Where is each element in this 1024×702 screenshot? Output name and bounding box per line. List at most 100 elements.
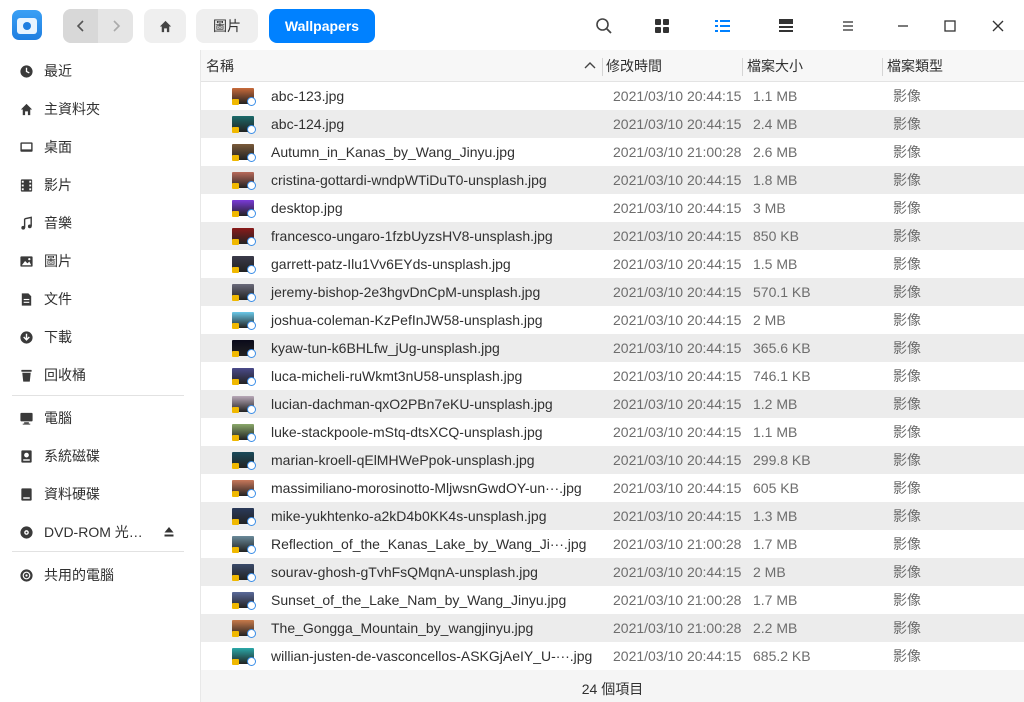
home-button[interactable] bbox=[144, 9, 186, 43]
column-header-type[interactable]: 檔案類型 bbox=[887, 50, 943, 82]
sidebar-item-documents[interactable]: 文件 bbox=[18, 284, 188, 314]
sidebar-item-label: 電腦 bbox=[44, 410, 72, 426]
sidebar-item-system-disk[interactable]: 系統磁碟 bbox=[18, 441, 188, 471]
file-row[interactable]: Reflection_of_the_Kanas_Lake_by_Wang_Ji·… bbox=[201, 530, 1024, 558]
sidebar-item-computer[interactable]: 電腦 bbox=[18, 403, 188, 433]
file-modified: 2021/03/10 20:44:15 bbox=[613, 312, 742, 328]
file-row[interactable]: massimiliano-morosinotto-MljwsnGwdOY-un·… bbox=[201, 474, 1024, 502]
file-modified: 2021/03/10 20:44:15 bbox=[613, 116, 742, 132]
file-name: cristina-gottardi-wndpWTiDuT0-unsplash.j… bbox=[271, 172, 547, 188]
sidebar-item-network[interactable]: 共用的電腦 bbox=[18, 560, 188, 590]
search-button[interactable] bbox=[591, 13, 617, 39]
image-thumbnail-icon bbox=[232, 508, 256, 526]
file-badge-icon bbox=[232, 463, 239, 469]
data-disk-icon bbox=[18, 486, 34, 502]
share-badge-icon bbox=[247, 461, 256, 470]
forward-button[interactable] bbox=[98, 9, 133, 43]
file-type: 影像 bbox=[893, 396, 921, 412]
file-modified: 2021/03/10 20:44:15 bbox=[613, 340, 742, 356]
column-header-modified[interactable]: 修改時間 bbox=[606, 50, 662, 82]
file-row[interactable]: cristina-gottardi-wndpWTiDuT0-unsplash.j… bbox=[201, 166, 1024, 194]
file-row[interactable]: abc-124.jpg 2021/03/10 20:44:15 2.4 MB 影像 bbox=[201, 110, 1024, 138]
breadcrumb-wallpapers[interactable]: Wallpapers bbox=[269, 9, 375, 43]
file-size: 570.1 KB bbox=[753, 284, 811, 300]
file-row[interactable]: The_Gongga_Mountain_by_wangjinyu.jpg 2021… bbox=[201, 614, 1024, 642]
minimize-button[interactable] bbox=[890, 13, 916, 39]
sidebar-item-desktop[interactable]: 桌面 bbox=[18, 132, 188, 162]
file-name: garrett-patz-Ilu1Vv6EYds-unsplash.jpg bbox=[271, 256, 511, 272]
file-badge-icon bbox=[232, 575, 239, 581]
file-row[interactable]: joshua-coleman-KzPefInJW58-unsplash.jpg 2… bbox=[201, 306, 1024, 334]
file-row[interactable]: willian-justen-de-vasconcellos-ASKGjAeIY… bbox=[201, 642, 1024, 670]
file-type: 影像 bbox=[893, 256, 921, 272]
file-name: mike-yukhtenko-a2kD4b0KK4s-unsplash.jpg bbox=[271, 508, 547, 524]
column-divider[interactable] bbox=[882, 58, 883, 76]
file-size: 2 MB bbox=[753, 564, 786, 580]
file-row[interactable]: desktop.jpg 2021/03/10 20:44:15 3 MB 影像 bbox=[201, 194, 1024, 222]
file-row[interactable]: jeremy-bishop-2e3hgvDnCpM-unsplash.jpg 20… bbox=[201, 278, 1024, 306]
sidebar-item-downloads[interactable]: 下載 bbox=[18, 322, 188, 352]
file-row[interactable]: mike-yukhtenko-a2kD4b0KK4s-unsplash.jpg 2… bbox=[201, 502, 1024, 530]
share-badge-icon bbox=[247, 237, 256, 246]
back-button[interactable] bbox=[63, 9, 98, 43]
sidebar-item-recent[interactable]: 最近 bbox=[18, 56, 188, 86]
share-badge-icon bbox=[247, 265, 256, 274]
file-type: 影像 bbox=[893, 648, 921, 664]
breadcrumb-pictures[interactable]: 圖片 bbox=[196, 9, 258, 43]
column-divider[interactable] bbox=[602, 58, 603, 76]
file-size: 605 KB bbox=[753, 480, 799, 496]
sidebar-item-music[interactable]: 音樂 bbox=[18, 208, 188, 238]
sidebar-divider bbox=[12, 395, 184, 396]
file-row[interactable]: kyaw-tun-k6BHLfw_jUg-unsplash.jpg 2021/03… bbox=[201, 334, 1024, 362]
file-modified: 2021/03/10 20:44:15 bbox=[613, 200, 742, 216]
share-badge-icon bbox=[247, 601, 256, 610]
file-row[interactable]: Sunset_of_the_Lake_Nam_by_Wang_Jinyu.jpg… bbox=[201, 586, 1024, 614]
file-name: abc-124.jpg bbox=[271, 116, 345, 132]
file-badge-icon bbox=[232, 407, 239, 413]
column-divider[interactable] bbox=[742, 58, 743, 76]
file-row[interactable]: luke-stackpoole-mStq-dtsXCQ-unsplash.jpg… bbox=[201, 418, 1024, 446]
file-row[interactable]: garrett-patz-Ilu1Vv6EYds-unsplash.jpg 202… bbox=[201, 250, 1024, 278]
sort-ascending-icon[interactable] bbox=[584, 60, 596, 70]
file-type: 影像 bbox=[893, 480, 921, 496]
menu-button[interactable] bbox=[835, 13, 861, 39]
file-row[interactable]: abc-123.jpg 2021/03/10 20:44:15 1.1 MB 影像 bbox=[201, 82, 1024, 110]
column-header-size[interactable]: 檔案大小 bbox=[747, 50, 803, 82]
image-thumbnail-icon bbox=[232, 648, 256, 666]
maximize-button[interactable] bbox=[937, 13, 963, 39]
file-size: 1.1 MB bbox=[753, 88, 798, 104]
sidebar-item-pictures[interactable]: 圖片 bbox=[18, 246, 188, 276]
eject-icon[interactable] bbox=[164, 526, 174, 537]
detail-view-button[interactable] bbox=[773, 13, 799, 39]
file-row[interactable]: Autumn_in_Kanas_by_Wang_Jinyu.jpg 2021/03… bbox=[201, 138, 1024, 166]
image-thumbnail-icon bbox=[232, 564, 256, 582]
home-icon bbox=[18, 101, 34, 117]
sidebar-item-videos[interactable]: 影片 bbox=[18, 170, 188, 200]
app-logo-icon[interactable] bbox=[12, 10, 42, 40]
picture-icon bbox=[18, 253, 34, 269]
list-view-button[interactable] bbox=[709, 13, 735, 39]
share-badge-icon bbox=[247, 433, 256, 442]
image-thumbnail-icon bbox=[232, 452, 256, 470]
file-type: 影像 bbox=[893, 564, 921, 580]
sidebar-item-label: 音樂 bbox=[44, 215, 72, 231]
icon-view-button[interactable] bbox=[649, 13, 675, 39]
file-type: 影像 bbox=[893, 452, 921, 468]
file-size: 365.6 KB bbox=[753, 340, 811, 356]
file-row[interactable]: lucian-dachman-qxO2PBn7eKU-unsplash.jpg 2… bbox=[201, 390, 1024, 418]
column-header-name[interactable]: 名稱 bbox=[206, 50, 234, 82]
close-button[interactable] bbox=[985, 13, 1011, 39]
file-name: Autumn_in_Kanas_by_Wang_Jinyu.jpg bbox=[271, 144, 515, 160]
sidebar-item-label: 系統磁碟 bbox=[44, 448, 100, 464]
file-row[interactable]: sourav-ghosh-gTvhFsQMqnA-unsplash.jpg 202… bbox=[201, 558, 1024, 586]
file-row[interactable]: francesco-ungaro-1fzbUyzsHV8-unsplash.jp… bbox=[201, 222, 1024, 250]
sidebar-item-home[interactable]: 主資料夾 bbox=[18, 94, 188, 124]
sidebar-item-data-disk[interactable]: 資料硬碟 bbox=[18, 479, 188, 509]
share-badge-icon bbox=[247, 321, 256, 330]
share-badge-icon bbox=[247, 405, 256, 414]
file-row[interactable]: marian-kroell-qElMHWePpok-unsplash.jpg 20… bbox=[201, 446, 1024, 474]
file-row[interactable]: luca-micheli-ruWkmt3nU58-unsplash.jpg 202… bbox=[201, 362, 1024, 390]
sidebar-item-dvd[interactable]: DVD-ROM 光… bbox=[18, 517, 188, 547]
computer-icon bbox=[18, 410, 34, 426]
sidebar-item-trash[interactable]: 回收桶 bbox=[18, 360, 188, 390]
